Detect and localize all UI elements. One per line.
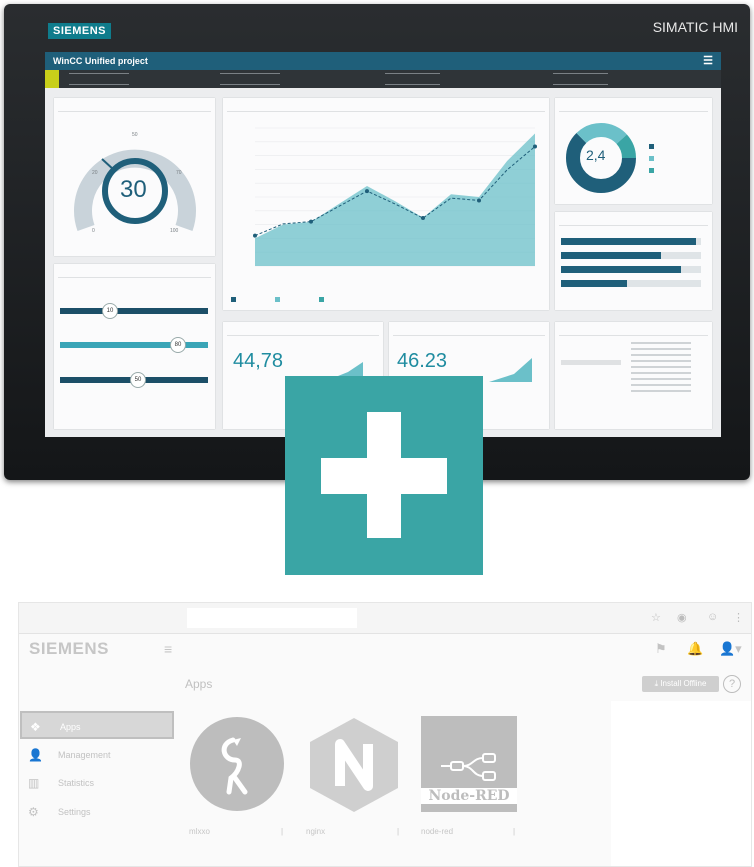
slider-knob[interactable]: 10	[102, 303, 118, 319]
trend-chart	[253, 127, 537, 267]
project-title-text: WinCC Unified project	[53, 56, 148, 66]
app-name: mlxxo	[189, 827, 210, 836]
sliders-card: 10 80 50	[54, 264, 215, 429]
statistics-icon: ▥	[28, 776, 40, 790]
flag-icon[interactable]: ⚑	[655, 641, 667, 657]
help-icon[interactable]: ?	[723, 675, 741, 693]
plus-icon	[285, 376, 483, 575]
trend-point	[309, 219, 313, 224]
status-accent	[45, 70, 59, 88]
sidebar-item-label: Management	[58, 750, 111, 760]
trend-point	[533, 144, 537, 149]
hmi-brand-label: SIMATIC HMI	[652, 19, 738, 35]
browser-toolbar: ☆ ◉ ☺ ⋮	[19, 603, 751, 634]
bar-row	[561, 252, 701, 259]
bar-row	[561, 238, 701, 245]
flamingo-icon	[190, 717, 284, 811]
gauge-tick: 50	[132, 132, 138, 138]
slider-track[interactable]	[60, 308, 208, 314]
sidebar-item-label: Apps	[60, 722, 81, 732]
status-cell	[553, 73, 608, 85]
bar-row	[561, 280, 701, 287]
donut-card: 2,4	[555, 98, 712, 204]
app-tile-mlxxo[interactable]	[189, 716, 285, 812]
profile-icon[interactable]: ☺	[707, 611, 718, 623]
separator: |	[397, 827, 400, 836]
hmi-menu-icon[interactable]: ☰	[703, 55, 713, 67]
slider-knob[interactable]: 50	[130, 372, 146, 388]
menu-icon[interactable]: ≡	[164, 641, 172, 657]
hmi-project-title: WinCC Unified project ☰	[45, 52, 721, 70]
trend-point	[477, 198, 481, 203]
status-cell	[220, 73, 280, 85]
bar-row	[561, 266, 701, 273]
status-cell	[69, 73, 129, 85]
trend-point	[365, 189, 369, 194]
bars-card	[555, 212, 712, 310]
gauge-tick: 70	[176, 170, 182, 176]
install-offline-button[interactable]: ⤓ Install Offline	[642, 676, 719, 692]
donut-value: 2,4	[586, 147, 606, 163]
edge-management-window: ☆ ◉ ☺ ⋮ SIEMENS ≡ ⚑ 🔔 👤▾ Apps ⤓ Install …	[18, 602, 752, 867]
apps-icon: ❖	[30, 720, 41, 734]
sidebar-item-statistics[interactable]: ▥ Statistics	[20, 769, 174, 797]
app-tile-node-red[interactable]: Node-RED	[421, 716, 517, 812]
chart-legend	[231, 297, 327, 303]
donut-chart	[566, 123, 654, 193]
separator: |	[281, 827, 284, 836]
trend-chart-card	[223, 98, 549, 310]
table-card	[555, 322, 712, 429]
hmi-status-bar	[45, 70, 721, 88]
siemens-logo: SIEMENS	[29, 639, 110, 658]
trend-point	[421, 216, 425, 221]
user-icon[interactable]: 👤▾	[719, 641, 742, 657]
slider-knob[interactable]: 80	[170, 337, 186, 353]
sidebar-item-label: Settings	[58, 807, 91, 817]
star-icon[interactable]: ☆	[651, 611, 661, 624]
gauge-tick: 20	[92, 170, 98, 176]
nginx-icon	[310, 718, 398, 812]
status-cell	[385, 73, 440, 85]
more-icon[interactable]: ⋮	[733, 611, 744, 624]
settings-icon: ⚙	[28, 805, 39, 819]
extension-icon[interactable]: ◉	[677, 611, 687, 624]
sidebar-item-label: Statistics	[58, 778, 95, 788]
app-name: node-red	[421, 827, 454, 836]
trend-area	[255, 133, 535, 266]
gauge-value: 30	[120, 176, 147, 203]
sidebar-item-apps[interactable]: ❖ Apps	[20, 711, 174, 739]
details-pane	[611, 701, 751, 866]
gauge-tick: 0	[92, 228, 95, 234]
bell-icon[interactable]: 🔔	[687, 641, 703, 657]
separator: |	[513, 827, 516, 836]
management-icon: 👤	[28, 748, 43, 762]
address-bar[interactable]	[187, 608, 357, 628]
node-red-wordmark: Node-RED	[421, 788, 517, 804]
hmi-siemens-logo: SIEMENS	[48, 23, 112, 39]
trend-point	[253, 233, 257, 238]
gauge-card: 30 50 20 70 0 100	[54, 98, 215, 256]
gauge-tick: 100	[170, 228, 179, 234]
app-tile-nginx[interactable]	[306, 716, 402, 812]
page-title: Apps	[185, 677, 213, 691]
sidebar-item-settings[interactable]: ⚙ Settings	[20, 798, 174, 826]
app-name: nginx	[306, 827, 326, 836]
sidebar-item-management[interactable]: 👤 Management	[20, 741, 174, 769]
